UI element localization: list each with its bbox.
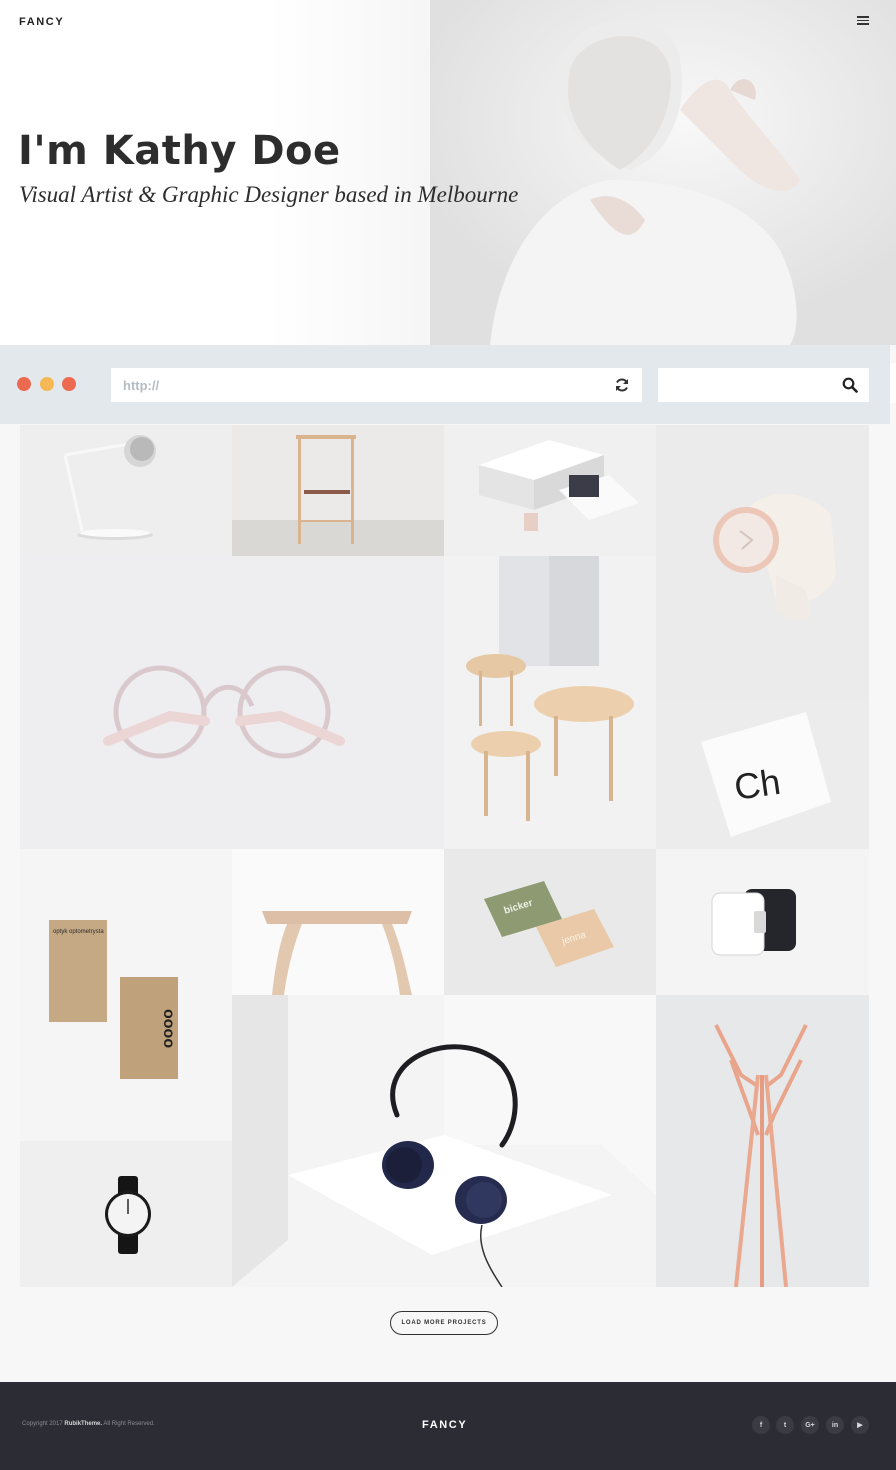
color-cards-image: bicker jenna	[444, 849, 656, 995]
typography-poster-image: Ch	[656, 702, 869, 849]
round-glasses-image	[20, 556, 444, 849]
card-text-1: optyk optometrysta	[53, 929, 104, 935]
portfolio-item-packaging-set[interactable]	[444, 425, 656, 556]
window-close-dot[interactable]	[17, 377, 31, 391]
portfolio-item-typography-poster[interactable]: Ch	[656, 702, 869, 849]
kraft-cards-image: optyk optometrysta oooo	[20, 849, 232, 1141]
search-field[interactable]	[658, 368, 869, 402]
portfolio-item-round-glasses[interactable]	[20, 556, 444, 849]
pink-watch-image	[656, 425, 869, 702]
url-field[interactable]: http://	[111, 368, 642, 402]
packaging-set-image	[444, 425, 656, 556]
wooden-tables-image	[444, 556, 656, 849]
hero-section: FANCY I'm Kathy Doe Visual Artist & Grap…	[0, 0, 896, 345]
hero-portrait-image	[430, 0, 896, 345]
browser-toolbar-edge	[890, 363, 896, 403]
desk-lamp-image	[20, 425, 232, 556]
wooden-stool-image	[232, 849, 444, 995]
portfolio-item-coat-rack[interactable]	[656, 995, 869, 1287]
window-maximize-dot[interactable]	[62, 377, 76, 391]
window-minimize-dot[interactable]	[40, 377, 54, 391]
poster-letters: Ch	[732, 761, 783, 808]
portfolio-item-black-watch[interactable]	[20, 1141, 232, 1287]
portfolio-item-wooden-tables[interactable]	[444, 556, 656, 849]
site-logo[interactable]: FANCY	[19, 16, 64, 28]
url-placeholder: http://	[123, 378, 160, 393]
hero-subtitle: Visual Artist & Graphic Designer based i…	[19, 182, 519, 207]
card-text-2: oooo	[160, 1009, 177, 1048]
portfolio-item-wooden-stool[interactable]	[232, 849, 444, 995]
portfolio-item-color-business-cards[interactable]: bicker jenna	[444, 849, 656, 995]
portfolio-item-pink-watch[interactable]	[656, 425, 869, 702]
copyright-suffix: All Right Reserved.	[103, 1421, 155, 1427]
coat-rack-image	[656, 995, 869, 1287]
twitter-icon[interactable]: t	[776, 1416, 794, 1434]
load-more-button[interactable]: LOAD MORE PROJECTS	[390, 1311, 498, 1335]
device-speakers-image	[656, 849, 869, 995]
copyright-text: Copyright 2017 RubikTheme. All Right Res…	[22, 1421, 155, 1427]
copyright-brand[interactable]: RubikTheme.	[64, 1421, 102, 1427]
refresh-icon[interactable]	[614, 377, 630, 393]
footer-logo[interactable]: FANCY	[422, 1419, 467, 1431]
youtube-icon[interactable]: ▶	[851, 1416, 869, 1434]
portfolio-item-headphones[interactable]	[232, 995, 656, 1287]
facebook-icon[interactable]: f	[752, 1416, 770, 1434]
hamburger-menu-icon[interactable]	[857, 16, 869, 26]
black-watch-image	[20, 1141, 232, 1287]
search-icon[interactable]	[842, 377, 858, 393]
linkedin-icon[interactable]: in	[826, 1416, 844, 1434]
portfolio-item-device-speakers[interactable]	[656, 849, 869, 995]
google-plus-icon[interactable]: G+	[801, 1416, 819, 1434]
headphones-image	[232, 995, 656, 1287]
portfolio-item-business-cards-kraft[interactable]: optyk optometrysta oooo	[20, 849, 232, 1141]
copyright-prefix: Copyright 2017	[22, 1421, 63, 1427]
hero-title: I'm Kathy Doe	[18, 128, 341, 174]
wooden-chair-image	[232, 425, 444, 556]
portfolio-item-desk-lamp[interactable]	[20, 425, 232, 556]
portfolio-item-wooden-chair[interactable]	[232, 425, 444, 556]
